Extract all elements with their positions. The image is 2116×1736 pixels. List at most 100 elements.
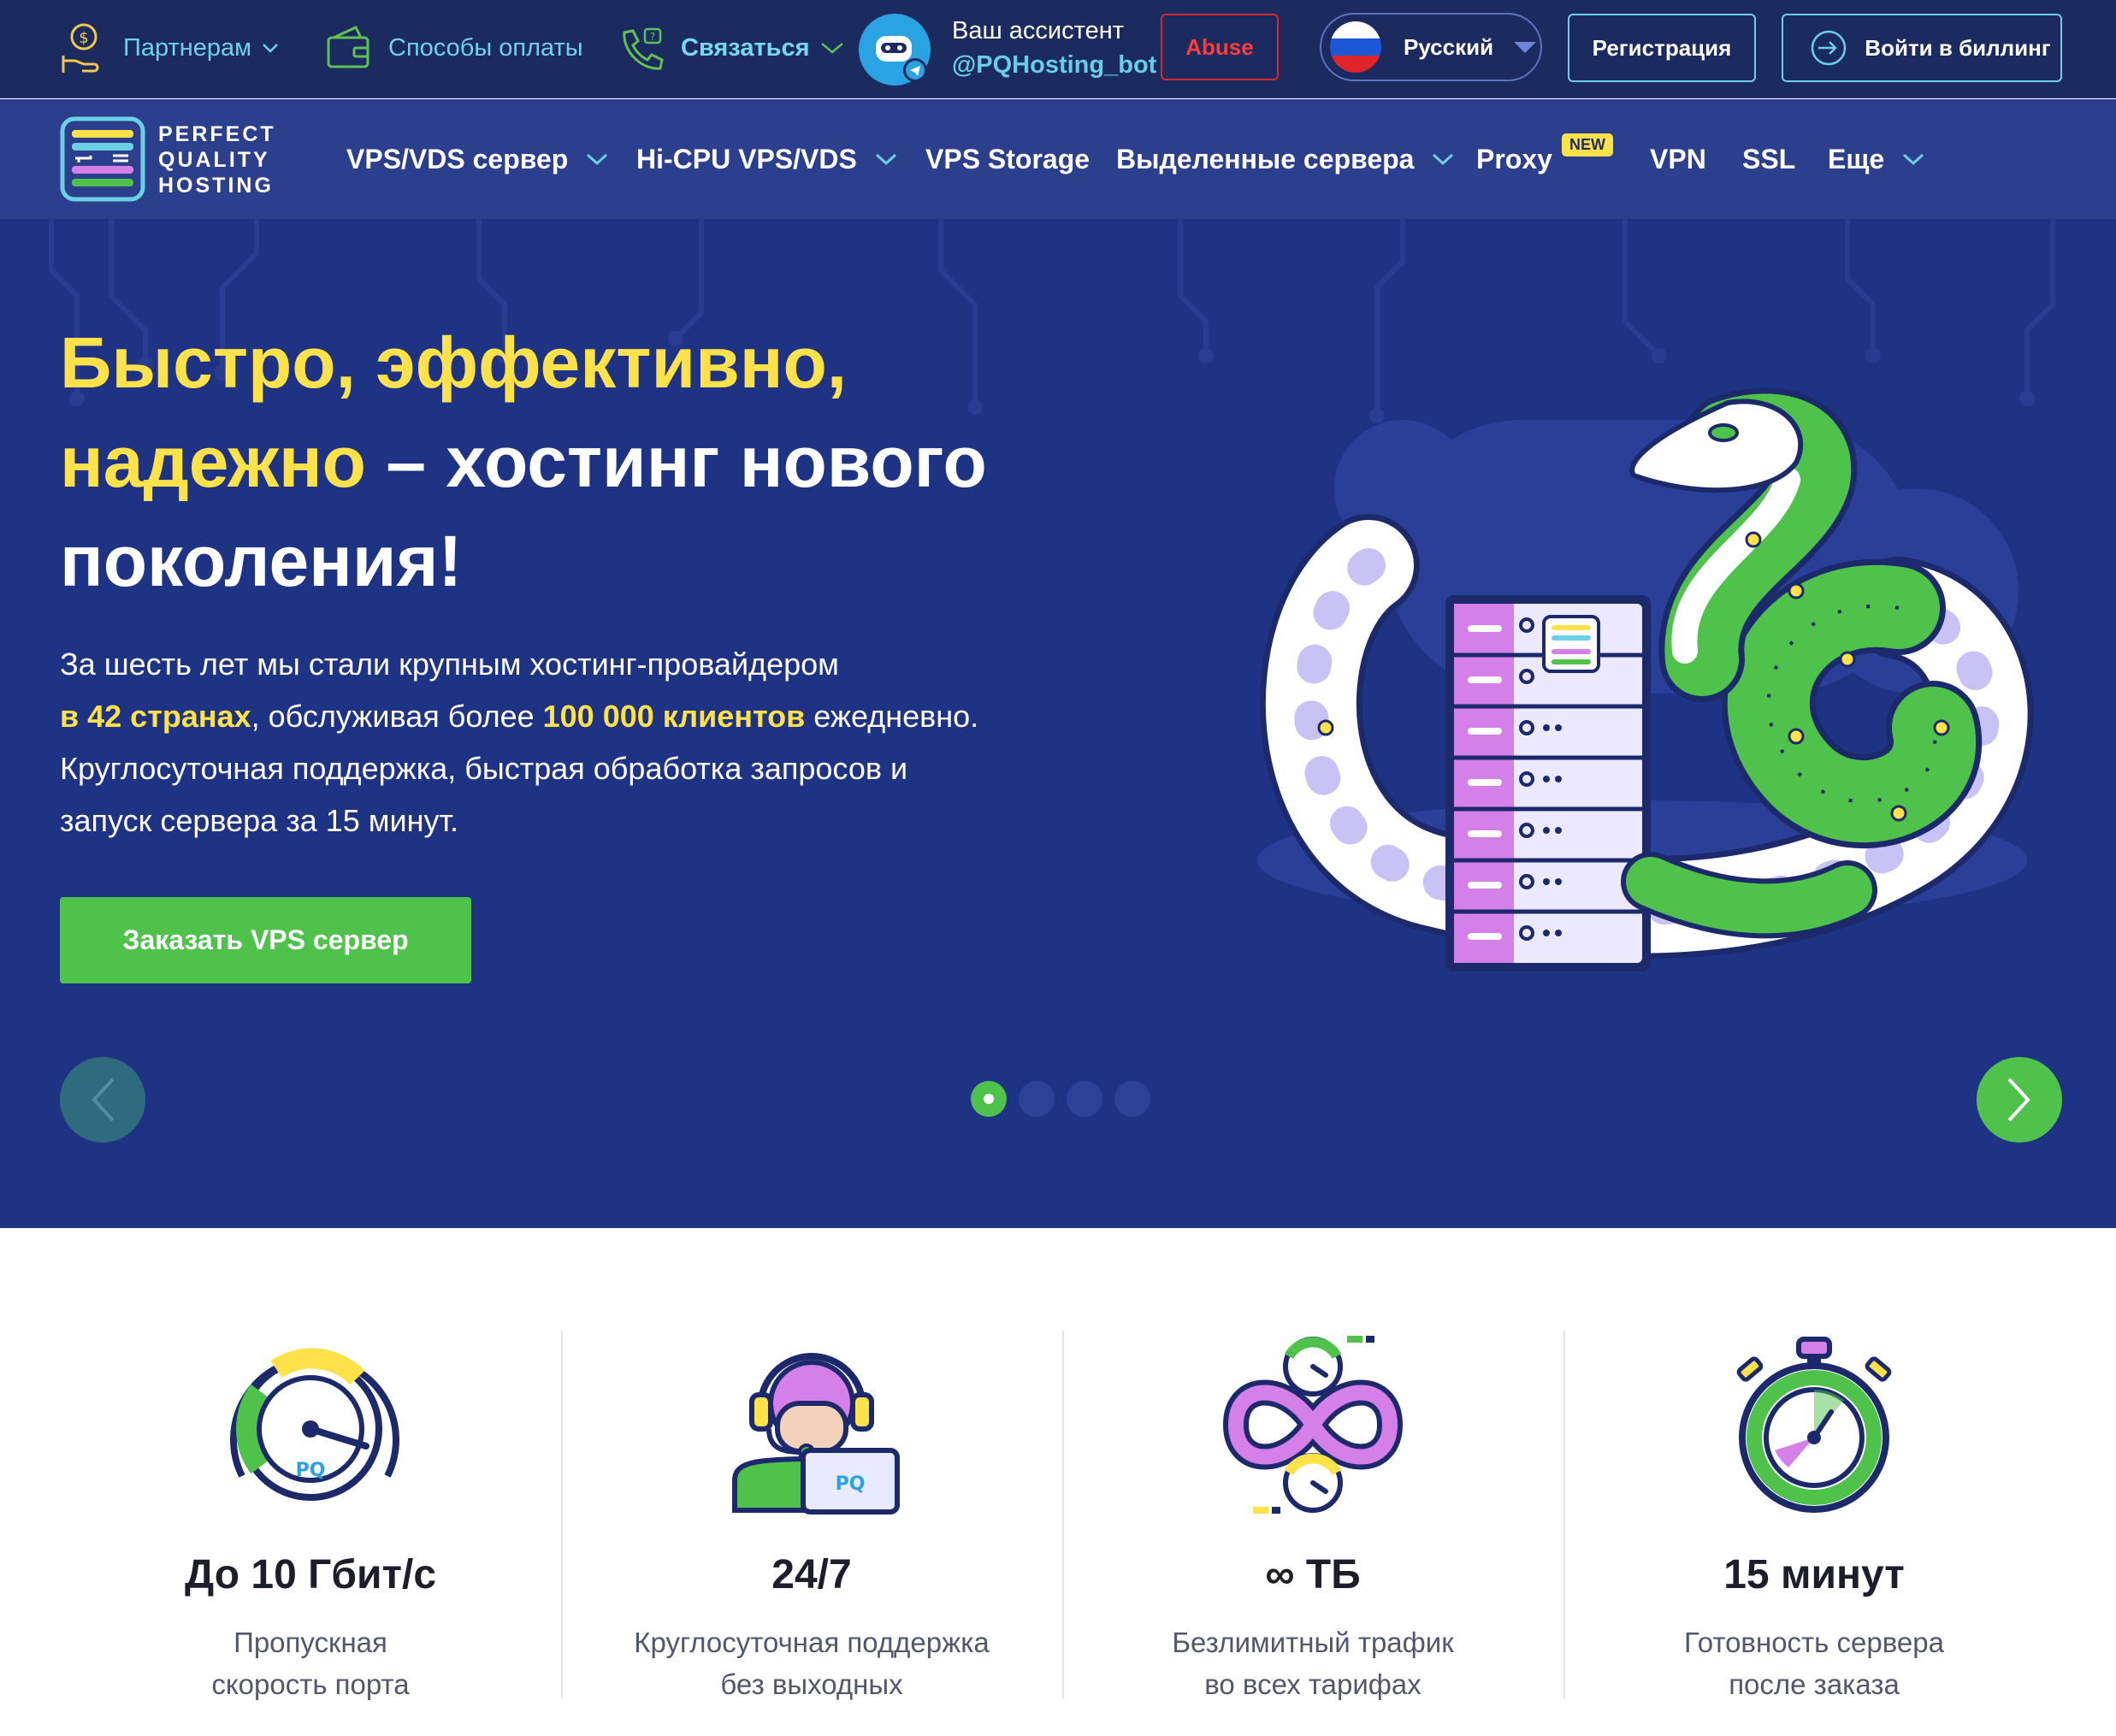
partners-label: Партнерам	[123, 33, 252, 62]
feature-description: Круглосуточная поддержка без выходных	[561, 1621, 1062, 1705]
hero-title-highlight-2: надежно	[60, 422, 366, 502]
abuse-button[interactable]: Abuse	[1161, 14, 1279, 80]
partners-menu[interactable]: $ Партнерам	[60, 0, 279, 96]
feature-desc-line-1: Готовность сервера	[1684, 1627, 1944, 1658]
hero-title: Быстро, эффективно, надежно – хостинг но…	[60, 313, 1086, 611]
chevron-left-icon	[92, 1078, 115, 1122]
nav-item-label: Выделенные сервера	[1116, 143, 1415, 174]
main-nav: PERFECT QUALITY HOSTING VPS/VDS сервер H…	[0, 99, 2116, 219]
assistant-info[interactable]: Ваш ассистент @PQHosting_bot	[952, 14, 1156, 82]
caret-down-icon	[1514, 41, 1537, 53]
feature-desc-line-2: после заказа	[1729, 1668, 1900, 1700]
nav-item-ssl[interactable]: SSL	[1742, 99, 1795, 219]
svg-text:PQ: PQ	[296, 1460, 326, 1481]
nav-item-vps-storage[interactable]: VPS Storage	[925, 99, 1090, 219]
support-agent-icon: PQ	[732, 1353, 900, 1515]
nav-item-label: Еще	[1828, 143, 1885, 174]
chevron-down-icon	[587, 153, 608, 166]
logo-wordmark: PERFECT QUALITY HOSTING	[158, 121, 276, 198]
billing-login-label: Войти в биллинг	[1865, 34, 2051, 61]
feature-description: Безлимитный трафик во всех тарифах	[1062, 1621, 1563, 1705]
feature-description: Пропускная скорость порта	[60, 1621, 561, 1705]
wallet-icon	[327, 26, 369, 68]
chevron-down-icon	[1433, 153, 1454, 166]
hero-desc-line-4: запуск сервера за 15 минут.	[60, 803, 459, 838]
slider-pagination	[971, 1081, 1162, 1117]
chevron-down-icon	[875, 153, 896, 166]
logo-line-1: PERFECT	[158, 122, 276, 146]
hero-desc-line-1: За шесть лет мы стали крупным хостинг-пр…	[60, 647, 839, 682]
feature-title: До 10 Гбит/с	[184, 1552, 437, 1597]
feature-title: 15 минут	[1723, 1552, 1905, 1597]
hero-title-text-2: – хостинг нового	[365, 422, 987, 502]
hero-title-highlight-1: Быстро, эффективно,	[60, 322, 848, 403]
hero-title-text-3: поколения!	[60, 521, 463, 601]
feature-desc-line-2: во всех тарифах	[1204, 1668, 1422, 1700]
feature-title: 24/7	[771, 1552, 852, 1597]
billing-login-button[interactable]: Войти в биллинг	[1782, 14, 2062, 82]
feature-desc-line-1: Безлимитный трафик	[1172, 1627, 1454, 1658]
assistant-bot-handle[interactable]: @PQHosting_bot	[952, 48, 1156, 82]
russia-flag-icon	[1330, 21, 1381, 73]
feature-title: ∞ ТБ	[1265, 1552, 1361, 1597]
hero-desc-line-2: в 42 странах, обслуживая более 100 000 к…	[60, 690, 1138, 742]
feature-desc-line-2: без выходных	[720, 1668, 903, 1700]
stopwatch-icon	[1736, 1337, 1892, 1513]
logo-line-2: QUALITY	[158, 148, 270, 172]
feature-desc-line-1: Пропускная	[233, 1627, 387, 1658]
order-vps-button[interactable]: Заказать VPS сервер	[60, 897, 471, 983]
partner-money-hand-icon: $	[62, 23, 99, 73]
new-badge: NEW	[1562, 133, 1613, 156]
nav-item-vpn[interactable]: VPN	[1650, 99, 1706, 219]
robot-icon	[876, 36, 927, 82]
logo[interactable]: PERFECT QUALITY HOSTING	[60, 116, 308, 202]
slider-dot[interactable]	[971, 1081, 1007, 1117]
slider-prev-button[interactable]	[60, 1057, 145, 1143]
assistant-bot-avatar[interactable]	[859, 14, 931, 86]
language-label: Русский	[1404, 33, 1494, 60]
snake-server-illustration	[1257, 387, 2034, 971]
hero-slider: Быстро, эффективно, надежно – хостинг но…	[0, 219, 2116, 1228]
feature-support: PQ 24/7 Круглосуточная поддержка без вых…	[561, 1331, 1062, 1736]
slider-dot[interactable]	[1114, 1081, 1150, 1117]
hero-desc-line-3: Круглосуточная поддержка, быстрая обрабо…	[60, 751, 908, 786]
language-selector[interactable]: Русский	[1320, 13, 1542, 81]
nav-item-label: VPN	[1650, 143, 1706, 174]
register-button[interactable]: Регистрация	[1568, 14, 1756, 82]
slider-dot[interactable]	[1067, 1081, 1102, 1117]
nav-item-label: Proxy	[1476, 143, 1552, 174]
slider-next-button[interactable]	[1977, 1057, 2062, 1143]
feature-desc-line-2: скорость порта	[211, 1668, 410, 1700]
svg-text:?: ?	[650, 31, 655, 43]
feature-description: Готовность сервера после заказа	[1563, 1621, 2065, 1705]
speedometer-icon: PQ	[230, 1348, 399, 1501]
payment-methods-label: Способы оплаты	[388, 33, 583, 62]
chevron-down-icon	[1903, 153, 1924, 166]
phone-icon: ?	[623, 27, 664, 70]
feature-port-speed: PQ До 10 Гбит/с Пропускная скорость порт…	[60, 1331, 561, 1736]
features-section: PQ До 10 Гбит/с Пропускная скорость порт…	[0, 1228, 2116, 1736]
nav-item-label: VPS/VDS сервер	[346, 143, 569, 174]
feature-traffic: ∞ ТБ Безлимитный трафик во всех тарифах	[1062, 1331, 1563, 1736]
pq-logo-icon	[60, 116, 145, 202]
nav-item-label: VPS Storage	[925, 143, 1091, 174]
slider-dot[interactable]	[1019, 1081, 1055, 1117]
chevron-down-icon	[263, 44, 278, 53]
logo-line-3: HOSTING	[158, 174, 274, 198]
login-arrow-icon	[1812, 30, 1847, 66]
hero-desc-countries: в 42 странах	[60, 699, 251, 734]
hero-description: За шесть лет мы стали крупным хостинг-пр…	[60, 638, 1138, 847]
nav-item-label: Hi-CPU VPS/VDS	[636, 143, 857, 174]
nav-item-more[interactable]: Еще	[1828, 99, 1925, 219]
nav-item-label: SSL	[1742, 143, 1796, 174]
hero-desc-end: ежедневно.	[805, 699, 979, 734]
nav-item-vps-vds[interactable]: VPS/VDS сервер	[346, 99, 609, 219]
payment-methods-link[interactable]: Способы оплаты	[325, 0, 583, 96]
contact-label: Связаться	[681, 33, 810, 62]
nav-item-hi-cpu[interactable]: Hi-CPU VPS/VDS	[636, 99, 898, 219]
nav-item-dedicated[interactable]: Выделенные сервера	[1116, 99, 1455, 219]
assistant-title: Ваш ассистент	[952, 17, 1125, 44]
nav-item-proxy[interactable]: Proxy	[1476, 99, 1552, 219]
svg-text:PQ: PQ	[836, 1473, 866, 1495]
contact-menu[interactable]: ? Связаться	[618, 0, 844, 96]
